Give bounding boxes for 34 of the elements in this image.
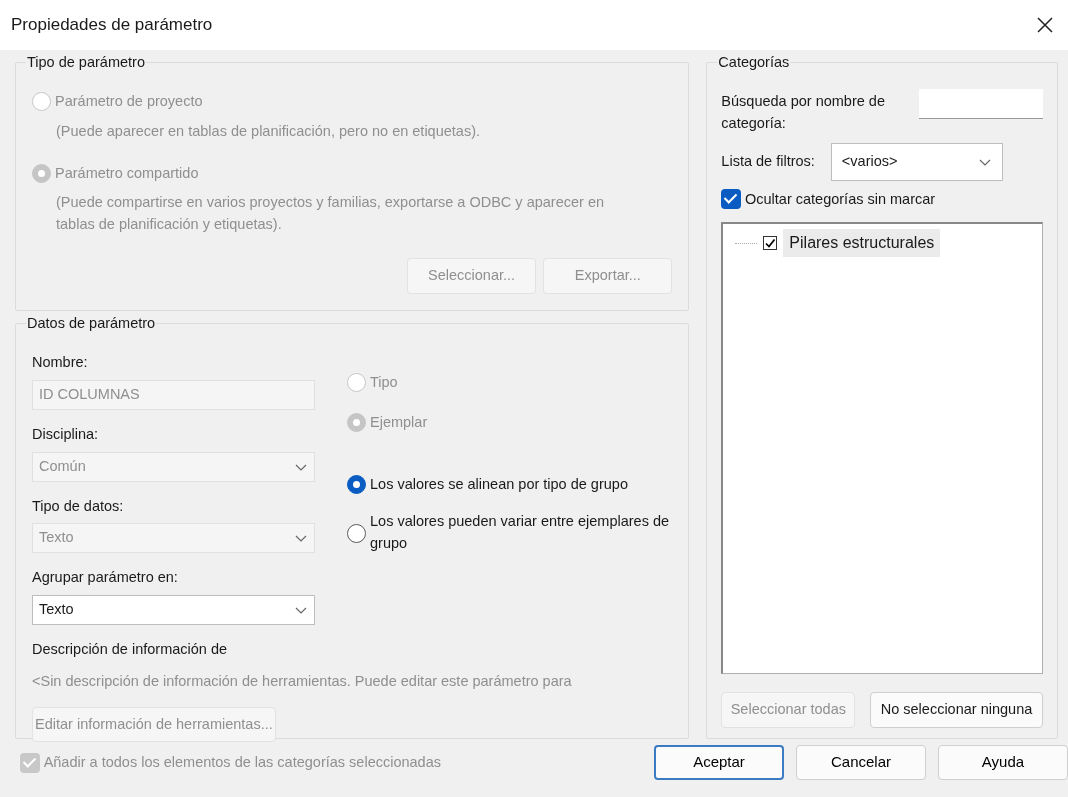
- search-field[interactable]: [919, 89, 1043, 119]
- description-label: Descripción de información de: [32, 640, 229, 659]
- description-text: <Sin descripción de información de herramientas. Puede editar este parámetro para: [32, 671, 573, 691]
- option-note: (Puede compartirse en varios proyectos y familias, exportarse a ODBC y aparecer en tablas de planificación y etiquetas).: [56, 193, 605, 234]
- checkbox-label: Ocultar categorías sin marcar: [744, 189, 936, 209]
- option-note: (Puede aparecer en tablas de planificación, pero no en etiquetas).: [56, 121, 481, 141]
- checkbox-label: Añadir a todos los elementos de las categorías seleccionadas: [43, 752, 441, 772]
- dropdown[interactable]: <varios>: [830, 142, 1003, 181]
- tree-checkbox[interactable]: [763, 236, 778, 251]
- radio-button[interactable]: [347, 474, 366, 494]
- radio-label: Ejemplar: [370, 412, 428, 432]
- field-label: Disciplina:: [32, 424, 100, 444]
- radio-label: Parámetro de proyecto: [55, 92, 203, 111]
- caret-icon: [294, 605, 308, 615]
- field-label: Nombre:: [32, 353, 89, 372]
- caret-icon: [294, 533, 308, 544]
- dialog-button[interactable]: Ayuda: [938, 745, 1068, 780]
- radio-label: Tipo: [370, 373, 398, 392]
- dropdown[interactable]: Texto: [32, 595, 315, 625]
- radio-button[interactable]: [347, 523, 366, 543]
- dialog-button[interactable]: Cancelar: [796, 745, 926, 780]
- field-label: Agrupar parámetro en:: [32, 568, 179, 588]
- dialog-button[interactable]: Aceptar: [654, 745, 784, 780]
- dialog-button[interactable]: No seleccionar ninguna: [870, 692, 1043, 728]
- tree-item[interactable]: Pilares estructurales: [783, 229, 941, 258]
- search-label: Búsqueda por nombre de categoría:: [721, 92, 886, 133]
- field-label: Tipo de datos:: [32, 496, 125, 516]
- radio-label: Los valores pueden variar entre ejemplares de grupo: [370, 512, 670, 553]
- tree-connector: [735, 242, 758, 244]
- radio-label: Parámetro compartido: [55, 163, 199, 183]
- checkbox[interactable]: [721, 189, 742, 210]
- window-title: Propiedades de parámetro: [11, 14, 213, 37]
- filter-label: Lista de filtros:: [721, 151, 815, 171]
- radio-label: Los valores se alinean por tipo de grupo: [370, 474, 629, 494]
